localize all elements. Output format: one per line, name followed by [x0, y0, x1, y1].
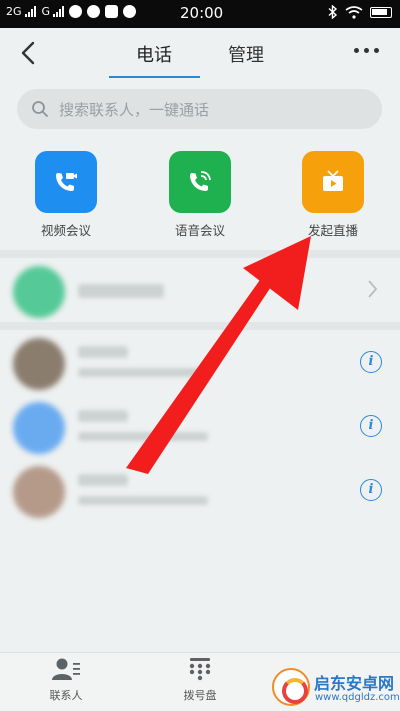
- start-live-label: 发起直播: [307, 223, 358, 238]
- search-bar[interactable]: 搜索联系人，一键通话: [17, 89, 382, 129]
- watermark-url: www.qdgldz.com: [315, 692, 400, 703]
- top-bar: 电话 管理: [0, 28, 400, 80]
- bluetooth-icon: [328, 5, 338, 19]
- qq-notification-icon: [123, 5, 137, 18]
- avatar: [13, 266, 65, 318]
- tab-manage[interactable]: 管理: [228, 41, 264, 67]
- more-options-icon[interactable]: [354, 48, 379, 53]
- avatar: [13, 338, 65, 390]
- blurred-name: [78, 410, 128, 422]
- blurred-name: [78, 284, 164, 298]
- nav-contacts[interactable]: 联系人: [26, 657, 106, 703]
- chevron-right-icon: [368, 280, 378, 298]
- video-conference-label: 视频会议: [40, 223, 91, 238]
- network-label-2: G: [41, 5, 51, 18]
- section-divider: [0, 322, 400, 330]
- watermark-title: 启东安卓网: [314, 674, 395, 693]
- status-left: 2G G: [6, 5, 137, 18]
- signal-icon: [24, 6, 36, 17]
- search-input[interactable]: 搜索联系人，一键通话: [59, 99, 209, 120]
- start-live-tile[interactable]: [302, 151, 364, 213]
- image-notification-icon: [105, 5, 119, 18]
- app-notification-icon: [69, 5, 83, 18]
- nav-dialpad[interactable]: 拨号盘: [160, 657, 240, 703]
- info-icon[interactable]: i: [360, 479, 382, 501]
- list-item[interactable]: i: [0, 458, 400, 522]
- voice-conference-label: 语音会议: [174, 223, 225, 238]
- battery-icon: [370, 6, 392, 18]
- list-item[interactable]: i: [0, 394, 400, 458]
- info-icon[interactable]: i: [360, 415, 382, 437]
- voice-call-icon: [190, 171, 211, 191]
- back-icon[interactable]: [14, 38, 44, 68]
- video-conference-tile[interactable]: [35, 151, 97, 213]
- tab-phone[interactable]: 电话: [136, 41, 172, 67]
- video-call-icon: [56, 173, 77, 191]
- blurred-detail: [78, 432, 208, 441]
- blurred-name: [78, 346, 128, 358]
- section-divider: [0, 250, 400, 258]
- info-icon[interactable]: i: [360, 351, 382, 373]
- signal-icon-2: [53, 6, 65, 17]
- search-icon: [32, 101, 48, 117]
- status-right: [328, 5, 392, 19]
- nav-contacts-label: 联系人: [49, 689, 83, 702]
- voice-conference-button[interactable]: 语音会议: [160, 151, 240, 239]
- avatar: [13, 402, 65, 454]
- blurred-name: [78, 474, 128, 486]
- compass-notification-icon: [87, 5, 101, 18]
- live-tv-icon: [323, 170, 343, 191]
- blurred-detail: [78, 368, 208, 377]
- contacts-icon: [52, 658, 80, 680]
- list-item[interactable]: i: [0, 330, 400, 394]
- status-bar: 2G G 20:00: [0, 0, 400, 28]
- voice-conference-tile[interactable]: [169, 151, 231, 213]
- avatar: [13, 466, 65, 518]
- start-live-button[interactable]: 发起直播: [293, 151, 373, 239]
- watermark-logo-icon: [272, 668, 310, 706]
- dialpad-icon: [189, 658, 211, 681]
- blurred-detail: [78, 496, 208, 505]
- list-item[interactable]: [0, 258, 400, 322]
- active-tab-indicator: [109, 76, 200, 78]
- watermark: 启东安卓网 www.qdgldz.com: [262, 664, 400, 710]
- nav-dialpad-label: 拨号盘: [183, 689, 217, 702]
- network-label-1: 2G: [6, 5, 22, 18]
- status-time: 20:00: [180, 4, 224, 22]
- wifi-icon: [345, 5, 363, 19]
- video-conference-button[interactable]: 视频会议: [26, 151, 106, 239]
